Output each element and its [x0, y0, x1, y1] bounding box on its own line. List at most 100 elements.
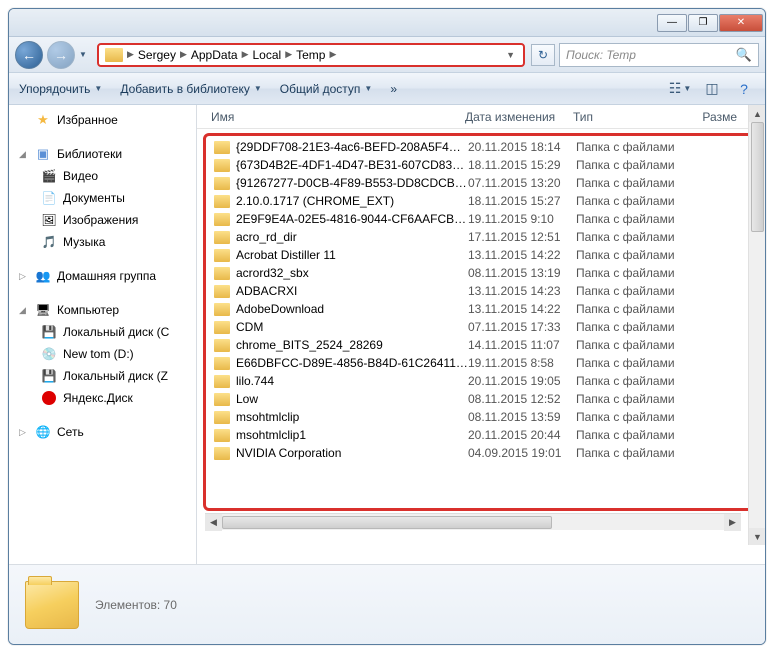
- file-type: Папка с файлами: [576, 356, 706, 370]
- file-date: 18.11.2015 15:29: [468, 158, 576, 172]
- file-type: Папка с файлами: [576, 158, 706, 172]
- breadcrumb-dropdown[interactable]: ▼: [500, 50, 521, 60]
- folder-icon: [214, 411, 230, 424]
- sidebar-item-label: Документы: [63, 191, 125, 205]
- document-icon: [41, 190, 57, 206]
- table-row[interactable]: msohtmlclip08.11.2015 13:59Папка с файла…: [214, 408, 752, 426]
- sidebar-libraries[interactable]: ◢ ▣ Библиотеки: [9, 143, 196, 165]
- sidebar-video[interactable]: Видео: [9, 165, 196, 187]
- sidebar-computer[interactable]: ◢ Компьютер: [9, 299, 196, 321]
- crumb-local[interactable]: Local: [249, 48, 286, 62]
- file-type: Папка с файлами: [576, 302, 706, 316]
- overflow-menu[interactable]: »: [390, 82, 397, 96]
- forward-button[interactable]: →: [47, 41, 75, 69]
- crumb-appdata[interactable]: AppData: [187, 48, 242, 62]
- crumb-temp[interactable]: Temp: [292, 48, 329, 62]
- file-type: Папка с файлами: [576, 248, 706, 262]
- scrollbar-thumb[interactable]: [222, 516, 552, 529]
- organize-menu[interactable]: Упорядочить ▼: [19, 82, 102, 96]
- folder-icon: [214, 249, 230, 262]
- scroll-up-button[interactable]: ▲: [749, 105, 765, 122]
- maximize-button[interactable]: ❐: [688, 14, 718, 32]
- collapse-icon: ◢: [19, 149, 29, 160]
- scrollbar-thumb[interactable]: [751, 122, 764, 232]
- chevron-down-icon: ▼: [94, 84, 102, 93]
- refresh-button[interactable]: ↻: [531, 44, 555, 66]
- table-row[interactable]: chrome_BITS_2524_2826914.11.2015 11:07Па…: [214, 336, 752, 354]
- table-row[interactable]: NVIDIA Corporation04.09.2015 19:01Папка …: [214, 444, 752, 462]
- table-row[interactable]: ADBACRXI13.11.2015 14:23Папка с файлами: [214, 282, 752, 300]
- table-row[interactable]: lilo.74420.11.2015 19:05Папка с файлами: [214, 372, 752, 390]
- back-button[interactable]: ←: [15, 41, 43, 69]
- minimize-button[interactable]: —: [657, 14, 687, 32]
- preview-pane-button[interactable]: ◫: [701, 80, 723, 98]
- sidebar-homegroup[interactable]: ▷ Домашняя группа: [9, 265, 196, 287]
- file-type: Папка с файлами: [576, 284, 706, 298]
- include-library-menu[interactable]: Добавить в библиотеку ▼: [120, 82, 261, 96]
- table-row[interactable]: Low08.11.2015 12:52Папка с файлами: [214, 390, 752, 408]
- file-type: Папка с файлами: [576, 266, 706, 280]
- file-date: 14.11.2015 11:07: [468, 338, 576, 352]
- table-row[interactable]: E66DBFCC-D89E-4856-B84D-61C26411E03E19.1…: [214, 354, 752, 372]
- sidebar-pictures[interactable]: Изображения: [9, 209, 196, 231]
- sidebar-favorites[interactable]: ★ Избранное: [9, 109, 196, 131]
- chevron-right-icon: ▶: [329, 49, 336, 60]
- scroll-right-button[interactable]: ▶: [724, 514, 741, 531]
- close-button[interactable]: ✕: [719, 14, 763, 32]
- table-row[interactable]: msohtmlclip120.11.2015 20:44Папка с файл…: [214, 426, 752, 444]
- chevron-down-icon: ▼: [364, 84, 372, 93]
- file-type: Папка с файлами: [576, 320, 706, 334]
- file-name: {91267277-D0CB-4F89-B553-DD8CDCB84...: [236, 176, 468, 190]
- sidebar-drive-d[interactable]: New tom (D:): [9, 343, 196, 365]
- breadcrumb[interactable]: ▶ Sergey ▶ AppData ▶ Local ▶ Temp ▶ ▼: [97, 43, 525, 67]
- scroll-left-button[interactable]: ◀: [205, 514, 222, 531]
- help-button[interactable]: ?: [733, 80, 755, 98]
- table-row[interactable]: {673D4B2E-4DF1-4D47-BE31-607CD83833...18…: [214, 156, 752, 174]
- column-name[interactable]: Имя: [211, 110, 465, 124]
- scroll-down-button[interactable]: ▼: [749, 528, 765, 545]
- sidebar-drive-z[interactable]: Локальный диск (Z: [9, 365, 196, 387]
- file-type: Папка с файлами: [576, 410, 706, 424]
- folder-icon: [214, 285, 230, 298]
- video-icon: [41, 168, 57, 184]
- content-area: ★ Избранное ◢ ▣ Библиотеки Видео Докумен…: [9, 105, 765, 564]
- folder-icon: [105, 48, 123, 62]
- table-row[interactable]: 2.10.0.1717 (CHROME_EXT)18.11.2015 15:27…: [214, 192, 752, 210]
- file-date: 07.11.2015 13:20: [468, 176, 576, 190]
- folder-icon: [25, 581, 79, 629]
- sidebar-network[interactable]: ▷ Сеть: [9, 421, 196, 443]
- share-menu[interactable]: Общий доступ ▼: [280, 82, 373, 96]
- vertical-scrollbar[interactable]: ▲ ▼: [748, 105, 765, 545]
- table-row[interactable]: 2E9F9E4A-02E5-4816-9044-CF6AAFCBDF8B19.1…: [214, 210, 752, 228]
- table-row[interactable]: {91267277-D0CB-4F89-B553-DD8CDCB84...07.…: [214, 174, 752, 192]
- column-date[interactable]: Дата изменения: [465, 110, 573, 124]
- view-options-button[interactable]: ☷ ▼: [669, 80, 691, 98]
- table-row[interactable]: CDM07.11.2015 17:33Папка с файлами: [214, 318, 752, 336]
- file-type: Папка с файлами: [576, 428, 706, 442]
- sidebar-drive-c[interactable]: Локальный диск (C: [9, 321, 196, 343]
- sidebar-item-label: New tom (D:): [63, 347, 134, 361]
- file-type: Папка с файлами: [576, 212, 706, 226]
- table-row[interactable]: {29DDF708-21E3-4ac6-BEFD-208A5F4B6B...20…: [214, 138, 752, 156]
- history-dropdown[interactable]: ▼: [79, 50, 91, 59]
- overflow-label: »: [390, 82, 397, 96]
- file-name: E66DBFCC-D89E-4856-B84D-61C26411E03E: [236, 356, 468, 370]
- horizontal-scrollbar[interactable]: ◀ ▶: [205, 513, 741, 530]
- table-row[interactable]: AdobeDownload13.11.2015 14:22Папка с фай…: [214, 300, 752, 318]
- table-row[interactable]: Acrobat Distiller 1113.11.2015 14:22Папк…: [214, 246, 752, 264]
- file-name: msohtmlclip: [236, 410, 468, 424]
- share-label: Общий доступ: [280, 82, 361, 96]
- file-type: Папка с файлами: [576, 230, 706, 244]
- expand-icon: ▷: [19, 271, 29, 282]
- column-type[interactable]: Тип: [573, 110, 691, 124]
- crumb-sergey[interactable]: Sergey: [134, 48, 180, 62]
- file-name: {29DDF708-21E3-4ac6-BEFD-208A5F4B6B...: [236, 140, 468, 154]
- table-row[interactable]: acro_rd_dir17.11.2015 12:51Папка с файла…: [214, 228, 752, 246]
- sidebar-yandex[interactable]: Яндекс.Диск: [9, 387, 196, 409]
- sidebar-documents[interactable]: Документы: [9, 187, 196, 209]
- search-input[interactable]: Поиск: Temp 🔍: [559, 43, 759, 67]
- file-date: 08.11.2015 12:52: [468, 392, 576, 406]
- table-row[interactable]: acrord32_sbx08.11.2015 13:19Папка с файл…: [214, 264, 752, 282]
- sidebar-music[interactable]: Музыка: [9, 231, 196, 253]
- folder-icon: [214, 375, 230, 388]
